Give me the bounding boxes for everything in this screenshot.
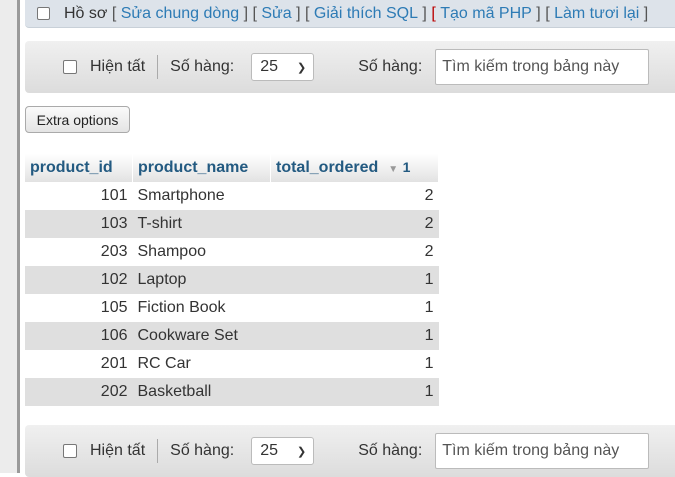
sort-order-index: 1 (402, 159, 411, 175)
cell-product-name: Laptop (132, 266, 271, 294)
rows-select[interactable]: 25 ❯ (251, 437, 315, 465)
explain-sql-link[interactable]: Giải thích SQL (314, 5, 418, 23)
column-header-label: total_ordered (276, 159, 379, 176)
cell-total-ordered: 1 (270, 350, 439, 378)
column-header-product-id[interactable]: product_id (25, 154, 133, 182)
cell-product-id: 106 (25, 322, 133, 350)
cell-total-ordered: 2 (270, 210, 439, 238)
table-row[interactable]: 203 Shampoo 2 (25, 238, 439, 266)
chevron-down-icon: ❯ (296, 61, 307, 74)
show-all-label: Hiện tất (90, 442, 146, 459)
panel-resizer[interactable] (17, 0, 20, 473)
cell-product-name: Basketball (132, 378, 271, 406)
cell-product-id: 203 (25, 238, 133, 266)
rows-value: 25 (260, 58, 278, 75)
left-panel-edge (0, 0, 17, 473)
chevron-down-icon: ❯ (296, 445, 307, 458)
column-header-total-ordered[interactable]: total_ordered ▼ 1 (270, 154, 439, 182)
results-table: product_id product_name total_ordered ▼ 1… (25, 154, 439, 406)
rows-select[interactable]: 25 ❯ (251, 53, 315, 81)
rows-label: Số hàng: (170, 442, 235, 459)
cell-product-name: RC Car (132, 350, 271, 378)
rows-value: 25 (260, 442, 278, 459)
refresh-link[interactable]: Làm tươi lại (554, 5, 639, 23)
navigation-toolbar-bottom: Hiện tất Số hàng: 25 ❯ Số hàng: Tìm kiếm … (25, 425, 675, 477)
cell-product-id: 201 (25, 350, 133, 378)
cell-total-ordered: 1 (270, 266, 439, 294)
table-row[interactable]: 102 Laptop 1 (25, 266, 439, 294)
cell-product-id: 101 (25, 182, 133, 210)
cell-product-name: T-shirt (132, 210, 271, 238)
show-all-checkbox[interactable] (63, 60, 77, 74)
profile-label: Hồ sơ (64, 4, 108, 22)
table-row[interactable]: 202 Basketball 1 (25, 378, 439, 406)
cell-product-name: Smartphone (132, 182, 271, 210)
filter-label: Số hàng: (358, 58, 423, 75)
table-row[interactable]: 105 Fiction Book 1 (25, 294, 439, 322)
cell-product-id: 202 (25, 378, 133, 406)
divider (157, 439, 159, 463)
cell-product-id: 103 (25, 210, 133, 238)
cell-total-ordered: 2 (270, 182, 439, 210)
divider (157, 55, 159, 79)
cell-total-ordered: 1 (270, 294, 439, 322)
column-header-product-name[interactable]: product_name (132, 154, 271, 182)
create-php-link[interactable]: Tạo mã PHP (440, 5, 532, 23)
search-input[interactable]: Tìm kiếm trong bảng này (435, 49, 650, 85)
cell-product-name: Fiction Book (132, 294, 271, 322)
extra-options-button[interactable]: Extra options (25, 106, 130, 133)
table-row[interactable]: 101 Smartphone 2 (25, 182, 439, 210)
sort-desc-icon: ▼ (388, 164, 399, 175)
cell-total-ordered: 1 (270, 378, 439, 406)
cell-product-id: 105 (25, 294, 133, 322)
cell-product-id: 102 (25, 266, 133, 294)
profile-checkbox[interactable] (37, 7, 50, 20)
edit-link[interactable]: Sửa (261, 5, 291, 23)
search-input[interactable]: Tìm kiếm trong bảng này (435, 433, 650, 469)
cell-product-name: Shampoo (132, 238, 271, 266)
table-row[interactable]: 106 Cookware Set 1 (25, 322, 439, 350)
table-row[interactable]: 103 T-shirt 2 (25, 210, 439, 238)
show-all-label: Hiện tất (90, 58, 146, 75)
show-all-checkbox[interactable] (63, 444, 77, 458)
cell-total-ordered: 1 (270, 322, 439, 350)
navigation-toolbar-top: Hiện tất Số hàng: 25 ❯ Số hàng: Tìm kiếm … (25, 41, 675, 93)
filter-label: Số hàng: (358, 442, 423, 459)
inline-edit-link[interactable]: Sửa chung dòng (121, 5, 239, 23)
cell-product-name: Cookware Set (132, 322, 271, 350)
query-actions-bar: Hồ sơ [ Sửa chung dòng ] [ Sửa ] [ Giải … (25, 0, 675, 28)
cell-total-ordered: 2 (270, 238, 439, 266)
table-row[interactable]: 201 RC Car 1 (25, 350, 439, 378)
rows-label: Số hàng: (170, 58, 235, 75)
